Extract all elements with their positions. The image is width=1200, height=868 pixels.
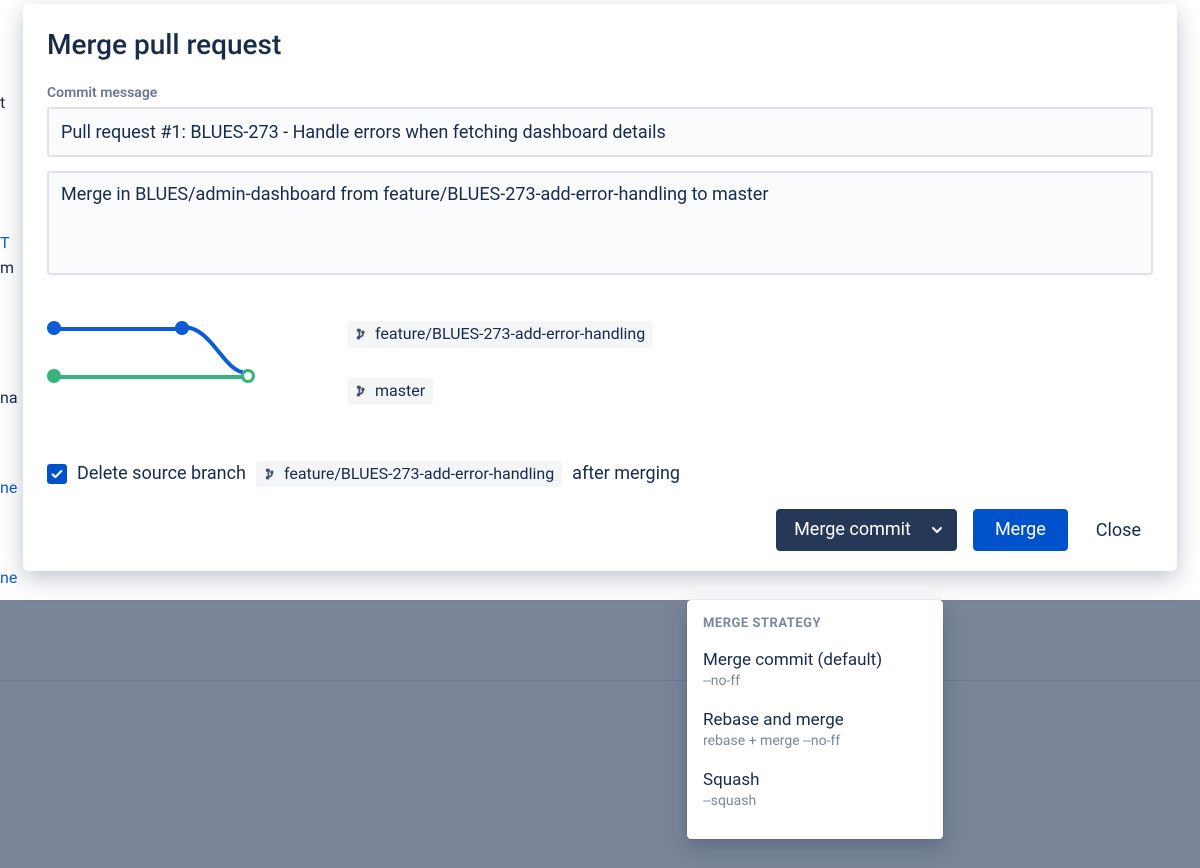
commit-dot [47,369,61,383]
branch-icon [355,327,369,341]
delete-branch-prefix: Delete source branch [77,463,246,484]
merge-strategy-dropdown[interactable]: Merge commit [776,509,957,551]
menu-item-name: Squash [703,769,927,791]
target-branch-name: master [375,381,425,402]
delete-branch-checkbox[interactable] [47,464,67,484]
modal-overlay [0,600,1200,868]
commit-message-label: Commit message [47,85,1153,101]
merge-dot [241,369,255,383]
target-branch-chip[interactable]: master [347,378,433,405]
merge-diagram [47,321,257,391]
delete-branch-suffix: after merging [572,463,680,484]
bg-text: ne [0,568,17,587]
source-branch-chip[interactable]: feature/BLUES-273-add-error-handling [347,321,653,348]
menu-item-merge-commit[interactable]: Merge commit (default) --no-ff [687,639,943,699]
commit-body-textarea[interactable]: Merge in BLUES/admin-dashboard from feat… [47,171,1153,275]
bg-text: ne [0,478,17,497]
menu-item-squash[interactable]: Squash --squash [687,759,943,819]
dialog-title: Merge pull request [47,28,1153,61]
menu-header: MERGE STRATEGY [687,616,943,639]
bg-text: m [0,258,14,277]
merge-strategy-menu: MERGE STRATEGY Merge commit (default) --… [687,600,943,839]
chevron-down-icon [931,524,943,536]
bg-text: na [0,388,18,407]
source-line [53,327,183,331]
bg-text: T [0,233,10,252]
merge-strategy-label: Merge commit [794,519,911,541]
merge-curve [179,323,251,381]
menu-item-sub: rebase + merge --no-ff [703,733,927,749]
branch-icon [264,467,278,481]
merge-pr-dialog: Merge pull request Commit message Merge … [23,4,1177,571]
source-branch-name: feature/BLUES-273-add-error-handling [375,324,645,345]
delete-branch-chip: feature/BLUES-273-add-error-handling [256,461,562,488]
delete-branch-row: Delete source branch feature/BLUES-273-a… [47,461,1153,488]
check-icon [50,467,64,481]
menu-item-rebase[interactable]: Rebase and merge rebase + merge --no-ff [687,699,943,759]
merge-button[interactable]: Merge [973,509,1068,551]
close-button[interactable]: Close [1084,512,1153,549]
menu-item-sub: --no-ff [703,673,927,689]
branch-icon [355,384,369,398]
menu-item-name: Merge commit (default) [703,649,927,671]
commit-dot [175,321,189,335]
dialog-footer: Merge commit Merge Close [47,509,1153,551]
commit-dot [47,321,61,335]
menu-item-sub: --squash [703,793,927,809]
delete-branch-name: feature/BLUES-273-add-error-handling [284,464,554,485]
menu-item-name: Rebase and merge [703,709,927,731]
commit-title-input[interactable] [47,107,1153,157]
bg-text: t [0,93,5,112]
